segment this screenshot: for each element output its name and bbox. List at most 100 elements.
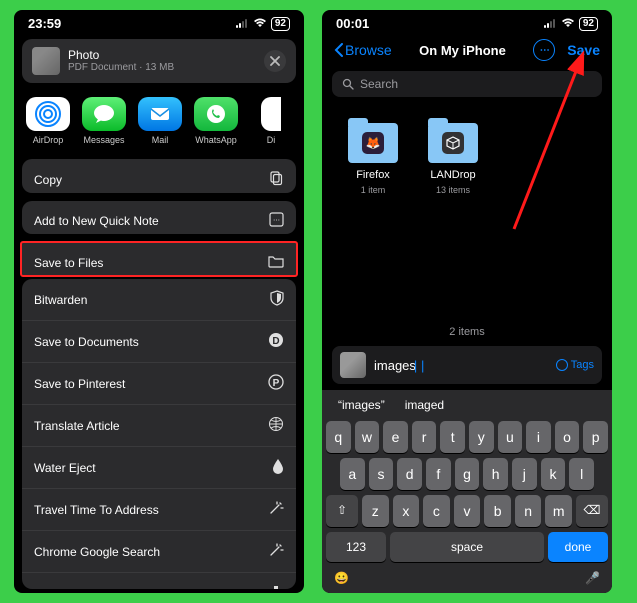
key-row-1: q w e r t y u i o p	[326, 421, 608, 453]
numbers-key[interactable]: 123	[326, 532, 386, 562]
bitwarden-action[interactable]: Bitwarden	[22, 279, 296, 321]
key-q[interactable]: q	[326, 421, 351, 453]
key-row-4: 123 space done	[326, 532, 608, 562]
puzzle-icon	[268, 584, 284, 589]
item-count: 2 items	[322, 320, 612, 346]
wifi-icon	[253, 17, 267, 31]
airdrop-app[interactable]: AirDrop	[26, 97, 70, 145]
key-g[interactable]: g	[455, 458, 480, 490]
key-u[interactable]: u	[498, 421, 523, 453]
status-indicators: 92	[236, 17, 290, 31]
save-to-documents-action[interactable]: Save to Documents D	[22, 321, 296, 363]
key-w[interactable]: w	[355, 421, 380, 453]
document-subtitle: PDF Document · 13 MB	[68, 62, 256, 73]
key-c[interactable]: c	[423, 495, 450, 527]
status-bar: 23:59 92	[14, 10, 304, 33]
done-key[interactable]: done	[548, 532, 608, 562]
key-o[interactable]: o	[555, 421, 580, 453]
svg-text:⋯: ⋯	[273, 217, 280, 224]
discord-app-partial[interactable]: Di	[250, 97, 292, 145]
mic-key[interactable]: 🎤	[585, 571, 600, 585]
save-to-files-highlight: Save to Files	[20, 241, 298, 277]
key-a[interactable]: a	[340, 458, 365, 490]
add-quick-note-action[interactable]: Add to New Quick Note ⋯	[22, 201, 296, 234]
shift-key[interactable]: ⇧	[326, 495, 358, 527]
key-y[interactable]: y	[469, 421, 494, 453]
share-item-header: Photo PDF Document · 13 MB	[22, 39, 296, 83]
key-k[interactable]: k	[541, 458, 566, 490]
folder-icon: 🦊	[348, 123, 398, 163]
folder-landrop[interactable]: LANDrop 13 items	[428, 123, 478, 195]
status-time: 23:59	[28, 16, 61, 31]
wand-icon	[268, 500, 284, 519]
save-to-files-screenshot: 00:01 92 Browse On My iPhone ⋯ Save Sear…	[322, 10, 612, 593]
more-actions-section: Bitwarden Save to Documents D Save to Pi…	[22, 279, 296, 589]
folder-icon	[268, 254, 284, 271]
documents-icon: D	[268, 332, 284, 351]
key-d[interactable]: d	[397, 458, 422, 490]
save-to-pinterest-action[interactable]: Save to Pinterest P	[22, 363, 296, 405]
status-indicators: 92	[544, 17, 598, 31]
key-s[interactable]: s	[369, 458, 394, 490]
wifi-icon	[561, 17, 575, 31]
search-field[interactable]: Search	[332, 71, 602, 97]
actions-section: Add to New Quick Note ⋯	[22, 201, 296, 234]
key-b[interactable]: b	[484, 495, 511, 527]
folder-firefox[interactable]: 🦊 Firefox 1 item	[348, 123, 398, 195]
quick-note-icon: ⋯	[269, 212, 284, 230]
key-v[interactable]: v	[454, 495, 481, 527]
key-i[interactable]: i	[526, 421, 551, 453]
svg-text:P: P	[273, 378, 280, 389]
options-button[interactable]: ⋯	[533, 39, 555, 61]
chrome-search-action[interactable]: Chrome Google Search	[22, 531, 296, 573]
emoji-key[interactable]: 😀	[334, 571, 349, 585]
key-f[interactable]: f	[426, 458, 451, 490]
save-button[interactable]: Save	[567, 42, 600, 58]
mail-app[interactable]: Mail	[138, 97, 182, 145]
key-n[interactable]: n	[515, 495, 542, 527]
whatsapp-app[interactable]: WhatsApp	[194, 97, 238, 145]
key-x[interactable]: x	[393, 495, 420, 527]
copy-icon	[268, 170, 284, 189]
filename-input[interactable]: images|	[374, 358, 548, 373]
copy-action[interactable]: Copy	[22, 159, 296, 193]
key-p[interactable]: p	[583, 421, 608, 453]
tag-icon	[556, 359, 568, 371]
close-button[interactable]	[264, 50, 286, 72]
back-button[interactable]: Browse	[334, 42, 392, 58]
water-eject-action[interactable]: Water Eject	[22, 447, 296, 489]
battery-indicator: 92	[579, 17, 598, 31]
translate-article-action[interactable]: Translate Article	[22, 405, 296, 447]
filename-bar: images| Tags	[332, 346, 602, 384]
suggestion-1[interactable]: images	[338, 398, 385, 412]
tags-button[interactable]: Tags	[556, 359, 594, 371]
folder-icon	[428, 123, 478, 163]
folder-grid: 🦊 Firefox 1 item LANDrop 13 items	[322, 103, 612, 215]
key-z[interactable]: z	[362, 495, 389, 527]
key-r[interactable]: r	[412, 421, 437, 453]
share-targets-row[interactable]: AirDrop Messages Mail WhatsApp Di	[14, 89, 304, 155]
delete-key[interactable]: ⌫	[576, 495, 608, 527]
suggestion-2[interactable]: imaged	[405, 398, 444, 412]
battery-indicator: 92	[271, 17, 290, 31]
save-to-files-action[interactable]: Save to Files	[22, 243, 296, 277]
document-thumbnail	[32, 47, 60, 75]
cellular-icon	[544, 19, 555, 28]
messages-app[interactable]: Messages	[82, 97, 126, 145]
key-j[interactable]: j	[512, 458, 537, 490]
cellular-icon	[236, 19, 247, 28]
key-row-2: a s d f g h j k l	[326, 458, 608, 490]
keyboard: images imaged q w e r t y u i o p a s d …	[322, 390, 612, 593]
key-h[interactable]: h	[483, 458, 508, 490]
travel-time-action[interactable]: Travel Time To Address	[22, 489, 296, 531]
key-t[interactable]: t	[440, 421, 465, 453]
key-row-3: ⇧ z x c v b n m ⌫	[326, 495, 608, 527]
shield-icon	[270, 290, 284, 309]
key-e[interactable]: e	[383, 421, 408, 453]
status-time: 00:01	[336, 16, 369, 31]
space-key[interactable]: space	[390, 532, 544, 562]
key-m[interactable]: m	[545, 495, 572, 527]
location-title: On My iPhone	[419, 43, 506, 58]
combine-images-action[interactable]: Combine Images	[22, 573, 296, 589]
key-l[interactable]: l	[569, 458, 594, 490]
